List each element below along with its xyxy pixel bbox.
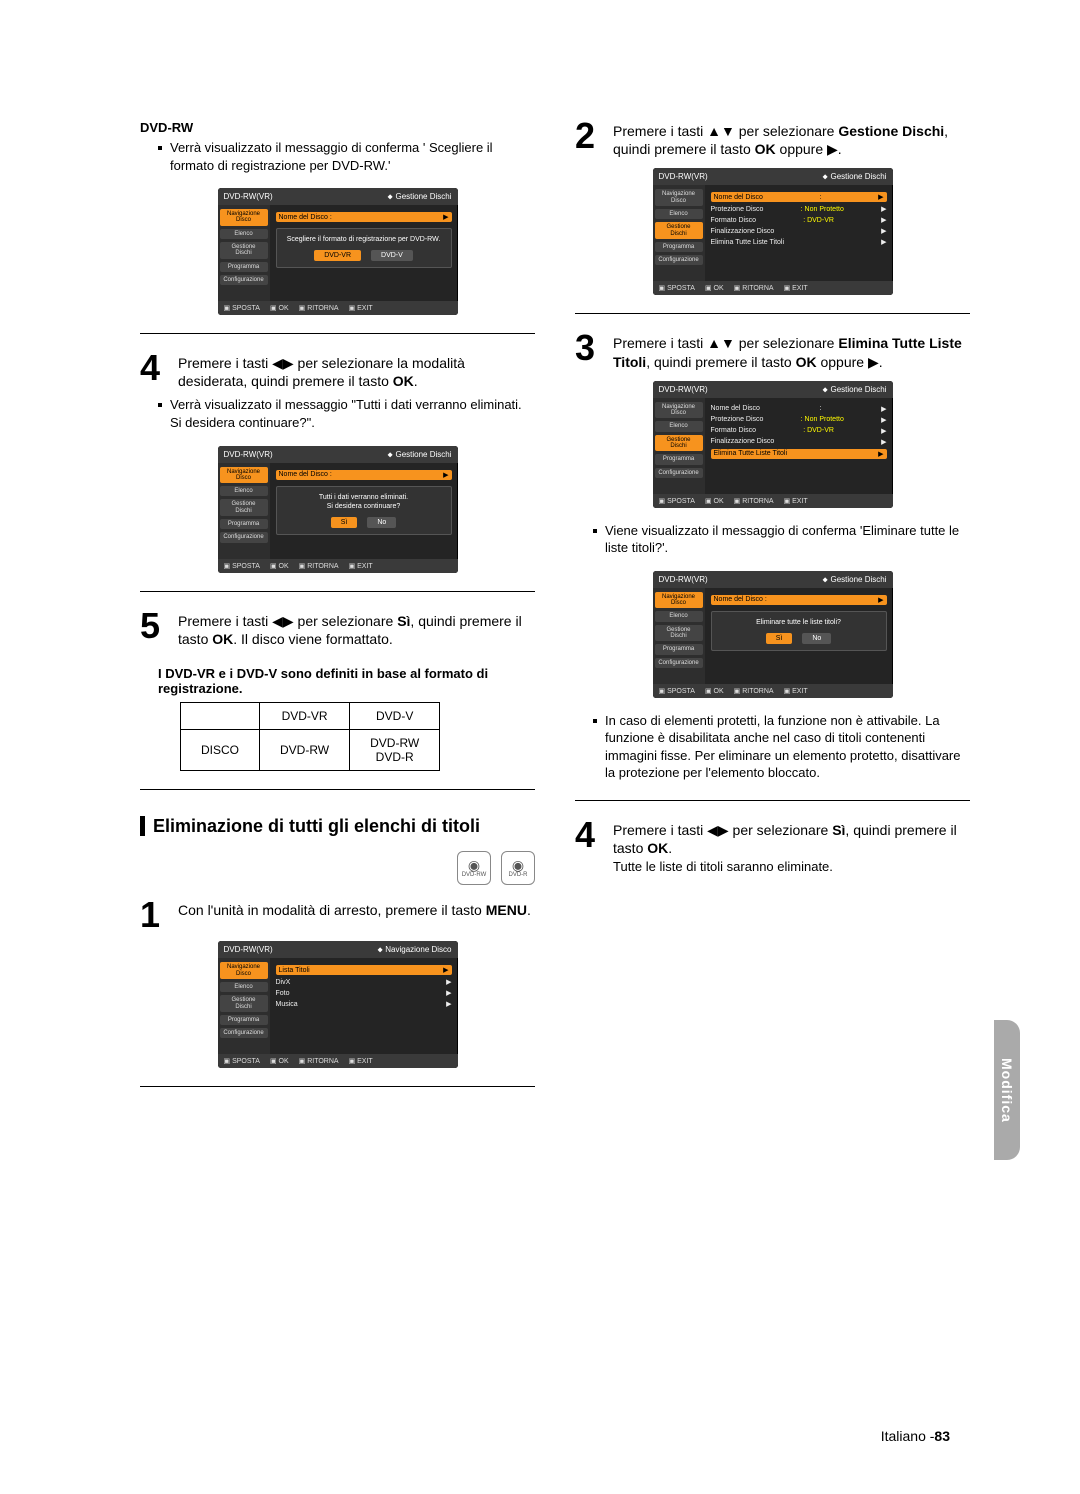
screenshot-confirm-delete: DVD-RW(VR) ◆ Gestione Dischi Navigazione…: [218, 446, 458, 573]
screenshot-elimina-highlight: DVD-RW(VR) ◆ Gestione Dischi Navigazione…: [653, 381, 893, 508]
step-2: 2 Premere i tasti ▲▼ per selezionare Ges…: [575, 120, 970, 158]
screenshot-confirm-elimina-liste: DVD-RW(VR) ◆ Gestione Dischi Navigazione…: [653, 571, 893, 698]
btn-no[interactable]: No: [367, 517, 396, 528]
step-3: 3 Premere i tasti ▲▼ per selezionare Eli…: [575, 332, 970, 370]
screenshot-nav-disco: DVD-RW(VR) ◆ Navigazione Disco Navigazio…: [218, 941, 458, 1068]
side-tab-modifica: Modifica: [994, 1020, 1020, 1160]
page-footer: Italiano -83: [881, 1428, 950, 1444]
disc-icon-dvd-rw: DVD-RW: [457, 851, 491, 885]
disc-icon-dvd-r: DVD-R: [501, 851, 535, 885]
format-note: I DVD-VR e i DVD-V sono definiti in base…: [158, 666, 535, 696]
step-5: 5 Premere i tasti ◀▶ per selezionare Sì,…: [140, 610, 535, 648]
screenshot-gestione-dischi: DVD-RW(VR) ◆ Gestione Dischi Navigazione…: [653, 168, 893, 295]
step-4-left: 4 Premere i tasti ◀▶ per selezionare la …: [140, 352, 535, 390]
right-column: 2 Premere i tasti ▲▼ per selezionare Ges…: [575, 120, 970, 1105]
dvd-rw-head: DVD-RW: [140, 120, 535, 135]
left-column: DVD-RW Verrà visualizzato il messaggio d…: [140, 120, 535, 1105]
btn-dvd-vr[interactable]: DVD-VR: [314, 250, 361, 261]
btn-dvd-v[interactable]: DVD-V: [371, 250, 413, 261]
btn-no-liste[interactable]: No: [802, 633, 831, 644]
section-title-delete-all: Eliminazione di tutti gli elenchi di tit…: [140, 816, 535, 837]
bullet-format-msg: Verrà visualizzato il messaggio di confe…: [158, 139, 535, 174]
btn-si-liste[interactable]: Sì: [766, 633, 793, 644]
dialog-confirm-elimina-liste: Eliminare tutte le liste titoli? Sì No: [711, 611, 887, 651]
btn-si[interactable]: Sì: [331, 517, 358, 528]
step-4-right: 4 Premere i tasti ◀▶ per selezionare Sì,…: [575, 819, 970, 876]
format-table: DVD-VR DVD-V DISCO DVD-RW DVD-RWDVD-R: [180, 702, 440, 771]
screenshot-choose-format: DVD-RW(VR) ◆ Gestione Dischi Navigazione…: [218, 188, 458, 315]
dialog-confirm-delete: Tutti i dati verranno eliminati. Si desi…: [276, 486, 452, 535]
step-1: 1 Con l'unità in modalità di arresto, pr…: [140, 899, 535, 931]
dialog-choose-format: Scegliere il formato di registrazione pe…: [276, 228, 452, 268]
